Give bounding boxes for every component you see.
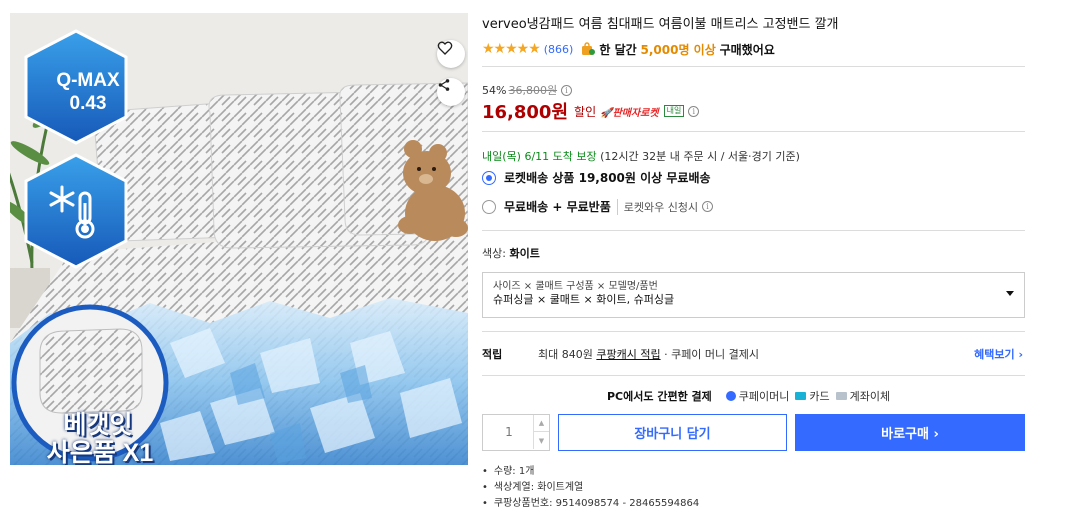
payment-method-coupay: 쿠페이머니 [738,390,790,403]
share-icon [438,79,450,91]
chevron-up-icon: ▲ [538,419,545,427]
reward-condition: · 쿠페이 머니 결제시 [664,348,760,361]
option-dropdown[interactable]: 사이즈 × 쿨매트 구성품 × 모델명/품번 슈퍼싱글 × 쿨매트 × 화이트,… [482,272,1025,318]
color-label: 색상: [482,247,506,260]
info-icon[interactable]: i [688,105,700,117]
coupang-cash-link[interactable]: 쿠팡캐시 적립 [596,348,660,361]
tomorrow-badge: 내일 [663,105,685,117]
qmax-value: 0.43 [69,93,107,114]
add-to-cart-button[interactable]: 장바구니 담기 [558,414,787,451]
purchase-suffix: 구매했어요 [719,42,775,57]
discount-rate: 54% [482,83,507,97]
delivery-info: 내일(목) 6/11 도착 보장 (12시간 32분 내 주문 시 / 서울⋅경… [482,148,800,164]
shipping-option-rocket[interactable]: 로켓배송 상품 19,800원 이상 무료배송 [482,169,711,186]
seller-rocket-badge: 🚀판매자로켓 [600,107,659,119]
buy-now-button[interactable]: 바로구매 › [795,414,1025,451]
divider [482,66,1025,67]
purchase-period: 한 달간 [599,42,637,57]
product-image[interactable]: Q-MAX 0.43 베갯잇 사은품 X1 [10,13,468,465]
reward-detail: 최대 840원 쿠팡캐시 적립 · 쿠페이 머니 결제시 [538,346,759,362]
payment-method-card: 카드 [809,390,830,403]
sale-price: 16,800원 [482,102,569,123]
quantity-input[interactable]: 1 [483,415,535,450]
spec-list: 수량: 1개 색상계열: 화이트계열 쿠팡상품번호: 9514098574 - … [482,464,699,512]
product-info-panel: verveo냉감패드 여름 침대패드 여름이불 매트리스 고정밴드 깔개 ★★★… [482,0,1027,527]
color-value: 화이트 [509,247,540,260]
sale-label: 할인 [574,104,597,119]
gift-count: 사은품 X1 [46,439,154,465]
rating-row: ★★★★★ (866) 한 달간 5,000명 이상 구매했어요 [482,40,775,58]
radio-unselected[interactable] [482,199,496,214]
shipping-option-label: 무료배송 + 무료반품 [504,200,611,214]
delivery-condition: (12시간 32분 내 주문 시 / 서울⋅경기 기준) [600,150,800,163]
spec-item: 색상계열: 화이트계열 [482,480,699,496]
discount-row: 54% 36,800원 i [482,82,573,98]
qmax-label: Q-MAX [56,70,120,91]
option-header: 사이즈 × 쿨매트 구성품 × 모델명/품번 [493,281,658,292]
snowflake-thermometer-icon [49,185,95,239]
divider [482,331,1025,332]
delivery-date: 내일(목) 6/11 도착 보장 [482,150,597,163]
reward-max: 최대 840원 [538,348,593,361]
divider [482,375,1025,376]
spec-item: 쿠팡상품번호: 9514098574 - 28465594864 [482,496,699,512]
bag-check-icon [582,42,596,55]
price-row: 16,800원 할인 🚀판매자로켓 내일 i [482,98,700,124]
bank-transfer-icon [835,392,847,400]
star-rating[interactable]: ★★★★★ [482,41,541,57]
reward-label: 적립 [482,348,503,361]
purchase-count: 5,000명 이상 [640,42,716,57]
info-icon[interactable]: i [702,201,714,212]
view-benefits-link[interactable]: 혜택보기 › [974,346,1023,362]
quantity-stepper[interactable]: 1 ▲ ▼ [482,414,550,451]
payment-method-transfer: 계좌이체 [849,390,891,403]
share-button[interactable] [437,78,465,106]
divider [482,230,1025,231]
coupay-icon [725,391,736,401]
payment-title: PC에서도 간편한 결제 [607,390,712,403]
quantity-increase-button[interactable]: ▲ [533,415,549,432]
shipping-option-sub: 로켓와우 신청시 [616,198,698,215]
card-icon [795,392,807,400]
divider [482,131,1025,132]
chevron-down-icon: ▼ [538,436,545,445]
option-selected-value: 슈퍼싱글 × 쿨매트 × 화이트, 슈퍼싱글 [493,293,675,306]
shipping-option-free-return[interactable]: 무료배송 + 무료반품 로켓와우 신청시 i [482,198,714,215]
spec-item: 수량: 1개 [482,464,699,480]
shipping-option-label: 로켓배송 상품 19,800원 이상 무료배송 [504,171,711,185]
original-price: 36,800원 [508,84,558,97]
heart-icon [437,41,453,55]
review-count-link[interactable]: (866) [544,43,574,56]
quantity-decrease-button[interactable]: ▼ [533,432,549,449]
purchase-stats: 한 달간 5,000명 이상 구매했어요 [599,41,774,58]
info-icon[interactable]: i [561,84,573,96]
product-title: verveo냉감패드 여름 침대패드 여름이불 매트리스 고정밴드 깔개 [482,17,839,32]
radio-selected[interactable] [482,170,496,185]
caret-down-icon [1006,291,1014,296]
payment-methods: PC에서도 간편한 결제 쿠페이머니 카드 계좌이체 [607,388,890,404]
wishlist-button[interactable] [437,40,465,68]
color-row: 색상: 화이트 [482,245,540,261]
